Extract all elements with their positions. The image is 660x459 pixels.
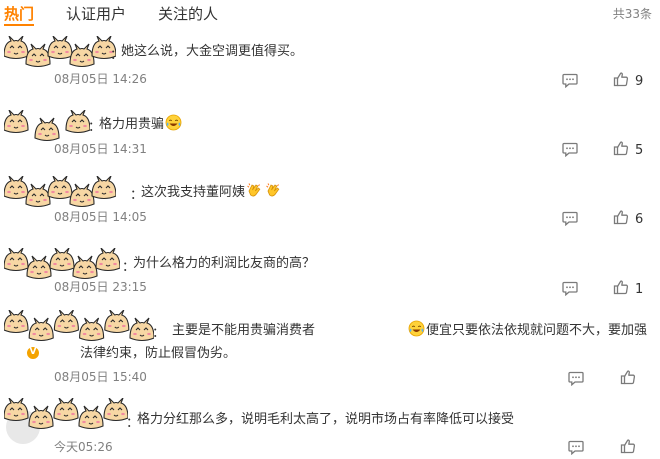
- comment-text-block: 主要是不能用贵骗消费者 便宜只要依法依规就问题不大，要加强法律约束，防止假冒伪劣。: [80, 320, 660, 364]
- verified-badge: V: [26, 346, 40, 360]
- like-count: 6: [635, 211, 644, 227]
- comment-item: ： 这次我支持董阿姨 08月05日 14:05 6: [0, 176, 660, 236]
- comment-icon: [562, 73, 578, 92]
- avatar[interactable]: [4, 398, 128, 442]
- tab-verified-users[interactable]: 认证用户: [66, 3, 126, 24]
- like-button[interactable]: 6: [613, 209, 643, 229]
- thumbs-up-icon: [613, 209, 629, 229]
- thumbs-up-icon: [620, 438, 636, 458]
- tab-following[interactable]: 关注的人: [158, 3, 218, 24]
- comment-time: 08月05日 14:05: [54, 210, 147, 224]
- comment-time: 08月05日 14:26: [54, 72, 147, 86]
- like-count: 5: [635, 142, 644, 158]
- like-button[interactable]: [620, 438, 636, 458]
- like-button[interactable]: 9: [613, 71, 643, 91]
- comment-tabs: 热门 认证用户 关注的人 共33条: [0, 0, 660, 26]
- total-comments-count: 共33条: [612, 7, 652, 21]
- comment-item: ： 格力分红那么多，说明毛利太高了，说明市场占有率降低可以接受 今天05:26: [0, 398, 660, 459]
- reply-button[interactable]: [568, 440, 584, 459]
- comment-time: 08月05日 14:31: [54, 142, 147, 156]
- comment-item: ： 她这么说，大金空调更值得买。 08月05日 14:26 9: [0, 36, 660, 96]
- like-button[interactable]: [620, 369, 636, 389]
- thumbs-up-icon: [613, 279, 629, 299]
- comment-text: 这次我支持董阿姨: [141, 185, 246, 200]
- comment-time: 08月05日 15:40: [54, 370, 147, 384]
- like-count: 1: [635, 281, 644, 297]
- comment-text: 格力用贵骗: [99, 117, 165, 132]
- comment-icon: [568, 371, 584, 390]
- comment-item: V ： 主要是不能用贵骗消费者 便宜只要依法依规就问题不大，要加强法律约束，防止假…: [0, 310, 660, 390]
- comment-text: 为什么格力的利润比友商的高？: [133, 256, 316, 271]
- like-button[interactable]: 5: [613, 140, 643, 160]
- comment-item: ： 格力用贵骗 08月05日 14:31 5: [0, 110, 660, 170]
- tab-hot[interactable]: 热门: [4, 3, 34, 24]
- laugh-cry-emoji: [316, 320, 425, 344]
- comment-text-line: 格力用贵骗: [99, 114, 183, 138]
- reply-button[interactable]: [562, 73, 578, 92]
- like-count: 9: [635, 73, 644, 89]
- comment-time: 08月05日 23:15: [54, 280, 147, 294]
- comment-text: 格力分红那么多，说明毛利太高了，说明市场占有率降低可以接受: [137, 412, 515, 427]
- comment-text: 她这么说，大金空调更值得买。: [121, 44, 304, 59]
- reply-button[interactable]: [562, 142, 578, 161]
- laugh-cry-emoji: [165, 114, 182, 138]
- clap-emoji: [246, 182, 263, 206]
- thumbs-up-icon: [613, 140, 629, 160]
- comment-item: ： 为什么格力的利润比友商的高？ 08月05日 23:15 1: [0, 248, 660, 298]
- comment-icon: [562, 211, 578, 230]
- like-button[interactable]: 1: [613, 279, 643, 299]
- clap-emoji: [265, 182, 282, 206]
- comment-text-line: 这次我支持董阿姨: [141, 182, 283, 206]
- comment-text-part-1: 主要是不能用贵骗消费者: [172, 323, 316, 338]
- active-tab-indicator: [4, 24, 34, 26]
- comment-time: 今天05:26: [54, 440, 113, 454]
- reply-button[interactable]: [562, 281, 578, 300]
- reply-button[interactable]: [562, 211, 578, 230]
- comment-icon: [568, 440, 584, 459]
- reply-button[interactable]: [568, 371, 584, 390]
- thumbs-up-icon: [620, 369, 636, 389]
- thumbs-up-icon: [613, 71, 629, 91]
- comment-icon: [562, 281, 578, 300]
- comment-icon: [562, 142, 578, 161]
